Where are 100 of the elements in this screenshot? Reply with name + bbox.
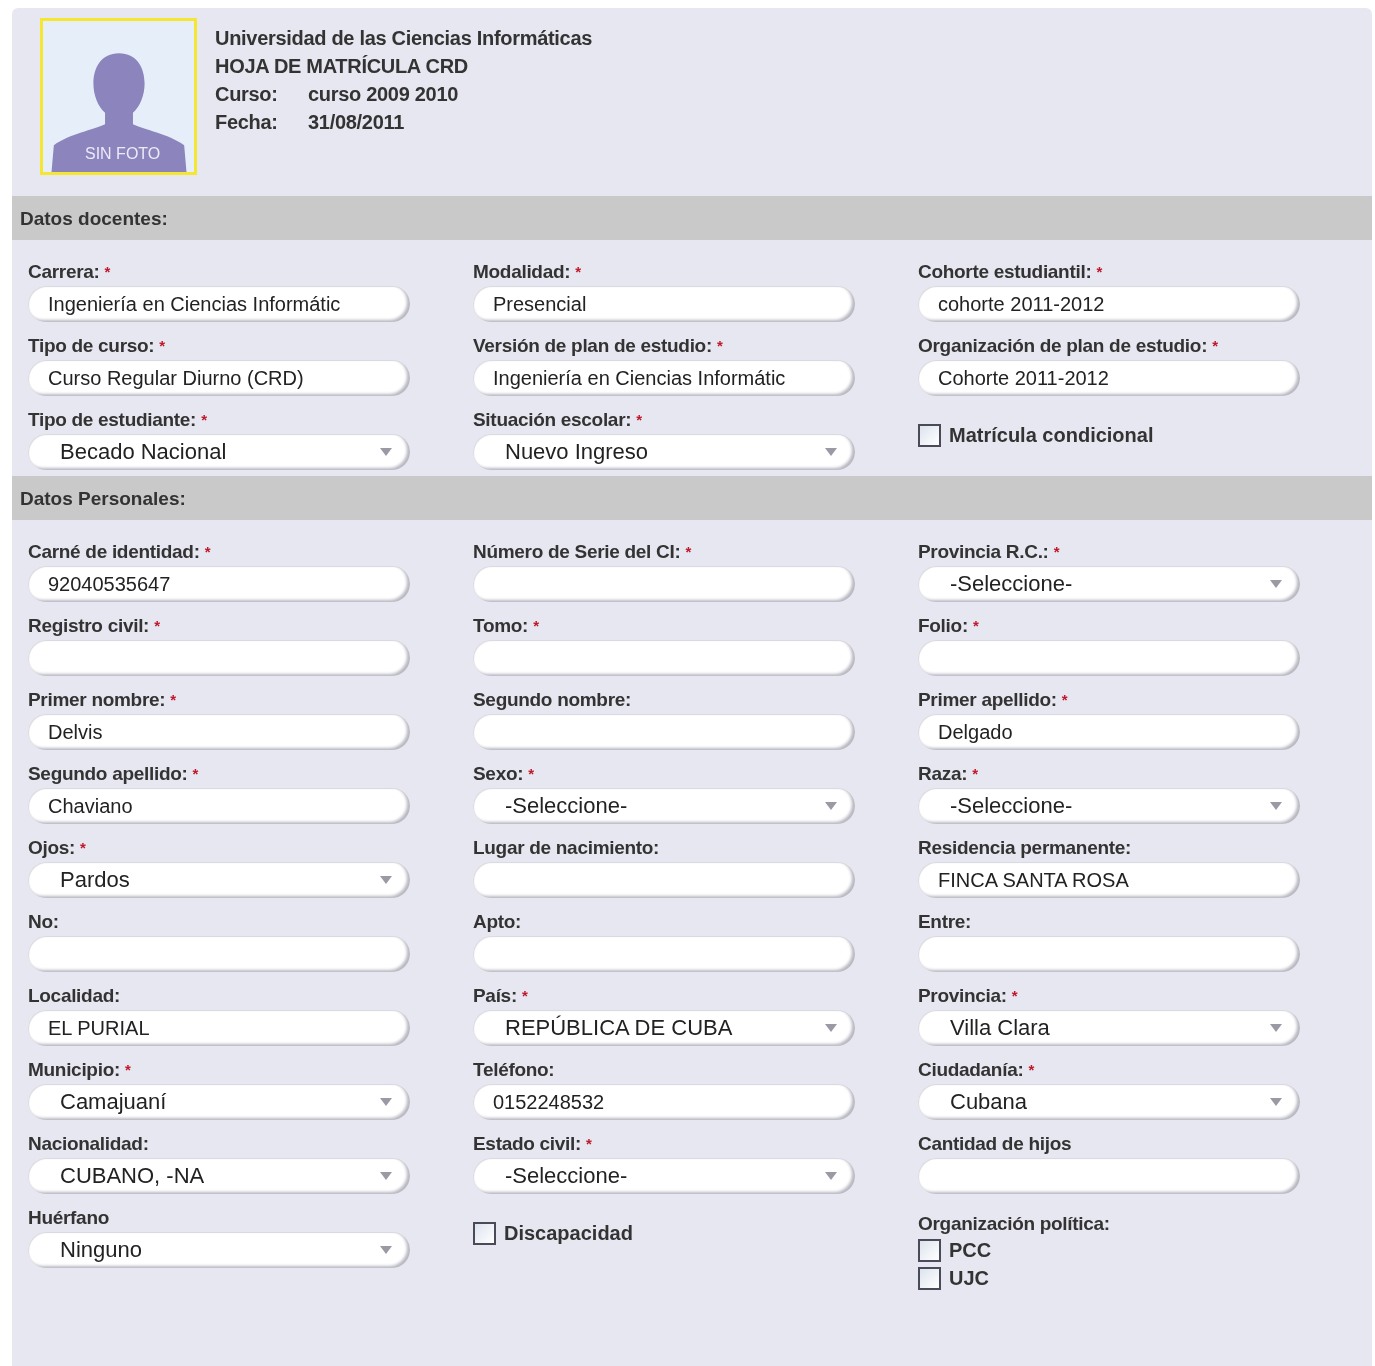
input-field[interactable]	[473, 714, 855, 750]
dropdown[interactable]: Becado Nacional	[28, 434, 410, 470]
field-label: No:	[28, 910, 60, 934]
input-field[interactable]	[473, 936, 855, 972]
field-label: Residencia permanente:	[918, 836, 1133, 860]
input-field[interactable]	[918, 640, 1300, 676]
field-label: Lugar de nacimiento:	[473, 836, 661, 860]
detail-value: curso 2009 2010	[308, 83, 459, 105]
field-label: Raza: *	[918, 762, 979, 786]
dropdown[interactable]: Ninguno	[28, 1232, 410, 1268]
input-field[interactable]: Delvis	[28, 714, 410, 750]
dropdown-arrow-icon	[380, 1172, 392, 1180]
detail-value: 31/08/2011	[308, 111, 404, 133]
detail-label: Curso:	[215, 82, 279, 107]
dropdown[interactable]: -Seleccione-	[473, 788, 855, 824]
detail-label: Fecha:	[215, 110, 279, 135]
field-label: Segundo apellido: *	[28, 762, 200, 786]
input-field[interactable]	[918, 1158, 1300, 1194]
dropdown-arrow-icon	[1270, 580, 1282, 588]
input-field[interactable]: cohorte 2011-2012	[918, 286, 1300, 322]
field-label: Nacionalidad:	[28, 1132, 150, 1156]
dropdown-arrow-icon	[825, 1172, 837, 1180]
document-title: HOJA DE MATRÍCULA CRD	[215, 54, 469, 79]
dropdown[interactable]: Villa Clara	[918, 1010, 1300, 1046]
input-field[interactable]: Ingeniería en Ciencias Informátic	[28, 286, 410, 322]
field-label: Tipo de curso: *	[28, 334, 166, 358]
checkbox-label: Matrícula condicional	[949, 423, 1154, 448]
input-field[interactable]: Delgado	[918, 714, 1300, 750]
field-label: Cohorte estudiantil: *	[918, 260, 1103, 284]
dropdown[interactable]: Camajuaní	[28, 1084, 410, 1120]
field-label: Provincia: *	[918, 984, 1019, 1008]
dropdown[interactable]: -Seleccione-	[918, 788, 1300, 824]
dropdown-arrow-icon	[1270, 1098, 1282, 1106]
dropdown[interactable]: -Seleccione-	[918, 566, 1300, 602]
dropdown-arrow-icon	[1270, 1024, 1282, 1032]
field-label: Teléfono:	[473, 1058, 556, 1082]
field-label: Registro civil: *	[28, 614, 161, 638]
dropdown-arrow-icon	[825, 448, 837, 456]
dropdown-arrow-icon	[380, 876, 392, 884]
dropdown-arrow-icon	[825, 1024, 837, 1032]
input-field[interactable]	[473, 566, 855, 602]
input-field[interactable]	[473, 640, 855, 676]
input-field[interactable]: 92040535647	[28, 566, 410, 602]
dropdown[interactable]: Pardos	[28, 862, 410, 898]
field-label: Carrera: *	[28, 260, 112, 284]
input-field[interactable]: Curso Regular Diurno (CRD)	[28, 360, 410, 396]
field-label: Cantidad de hijos	[918, 1132, 1073, 1156]
field-label: Huérfano	[28, 1206, 110, 1230]
field-label: Organización política:	[918, 1212, 1111, 1236]
field-label: Versión de plan de estudio: *	[473, 334, 724, 358]
dropdown[interactable]: Nuevo Ingreso	[473, 434, 855, 470]
checkbox[interactable]	[918, 1266, 941, 1290]
field-label: Estado civil: *	[473, 1132, 593, 1156]
field-label: Modalidad: *	[473, 260, 582, 284]
field-label: Localidad:	[28, 984, 121, 1008]
input-field[interactable]: Chaviano	[28, 788, 410, 824]
field-label: Primer apellido: *	[918, 688, 1069, 712]
field-label: Primer nombre: *	[28, 688, 177, 712]
field-label: Organización de plan de estudio: *	[918, 334, 1219, 358]
dropdown[interactable]: -Seleccione-	[473, 1158, 855, 1194]
field-label: Ojos: *	[28, 836, 87, 860]
checkbox-label: Discapacidad	[504, 1221, 633, 1246]
field-label: Número de Serie del CI: *	[473, 540, 692, 564]
dropdown-arrow-icon	[825, 802, 837, 810]
dropdown-arrow-icon	[380, 1098, 392, 1106]
field-label: Carné de identidad: *	[28, 540, 212, 564]
checkbox[interactable]	[918, 1238, 941, 1262]
section-header: Datos docentes:	[12, 196, 1372, 240]
field-label: Folio: *	[918, 614, 980, 638]
photo-caption: SIN FOTO	[85, 145, 161, 163]
input-field[interactable]	[28, 640, 410, 676]
input-field[interactable]	[918, 936, 1300, 972]
field-label: Sexo: *	[473, 762, 535, 786]
field-label: Ciudadanía: *	[918, 1058, 1035, 1082]
checkbox-label: UJC	[949, 1266, 989, 1291]
field-label: Entre:	[918, 910, 973, 934]
field-label: Tomo: *	[473, 614, 540, 638]
dropdown-arrow-icon	[380, 1246, 392, 1254]
input-field[interactable]: Cohorte 2011-2012	[918, 360, 1300, 396]
dropdown[interactable]: CUBANO, -NA	[28, 1158, 410, 1194]
field-label: Segundo nombre:	[473, 688, 633, 712]
input-field[interactable]: EL PURIAL	[28, 1010, 410, 1046]
field-label: Apto:	[473, 910, 523, 934]
input-field[interactable]	[473, 862, 855, 898]
input-field[interactable]: FINCA SANTA ROSA	[918, 862, 1300, 898]
dropdown-arrow-icon	[1270, 802, 1282, 810]
field-label: Provincia R.C.: *	[918, 540, 1061, 564]
input-field[interactable]: Ingeniería en Ciencias Informátic	[473, 360, 855, 396]
input-field[interactable]: 0152248532	[473, 1084, 855, 1120]
checkbox-label: PCC	[949, 1238, 992, 1263]
institution-name: Universidad de las Ciencias Informáticas	[215, 26, 593, 51]
dropdown[interactable]: Cubana	[918, 1084, 1300, 1120]
checkbox[interactable]	[473, 1221, 496, 1245]
field-label: País: *	[473, 984, 529, 1008]
checkbox[interactable]	[918, 423, 941, 447]
field-label: Tipo de estudiante: *	[28, 408, 208, 432]
dropdown[interactable]: REPÚBLICA DE CUBA	[473, 1010, 855, 1046]
field-label: Municipio: *	[28, 1058, 132, 1082]
input-field[interactable]: Presencial	[473, 286, 855, 322]
input-field[interactable]	[28, 936, 410, 972]
